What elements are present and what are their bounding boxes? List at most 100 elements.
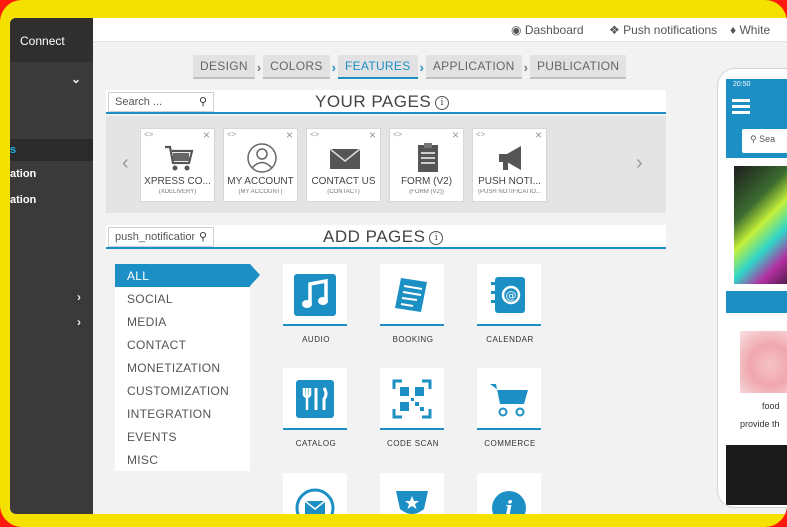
phone-search-input[interactable]: ⚲ Sea [742,129,787,153]
page-type-code-scan[interactable]: CODE SCAN [380,368,446,448]
close-icon[interactable]: × [535,128,542,142]
step-colors[interactable]: COLORS [263,55,330,79]
category-all[interactable]: ALL [115,264,260,287]
page-card-sub: (PUSH NOTIFICATIO... [478,189,541,195]
phone-time: 20:50 [733,81,751,88]
phone-section-band [726,291,787,313]
drag-handle-icon[interactable]: <> [144,130,153,139]
envelope-icon [329,148,361,169]
svg-text:i: i [505,496,513,514]
wizard-steps: DESIGN › COLORS › FEATURES › APPLICATION… [193,55,627,79]
close-icon[interactable]: × [286,128,293,142]
search-icon[interactable]: ⚲ [199,95,207,108]
white-label-link[interactable]: ♦ White [730,23,770,37]
page-card[interactable]: <> × XPRESS CO... (XDELIVERY) [140,128,215,202]
page-card[interactable]: <> × CONTACT US (CONTACT) [306,128,381,202]
chevron-right-icon: › [77,315,81,329]
step-application[interactable]: APPLICATION [425,55,522,79]
page-type-tile[interactable]: i [477,473,543,514]
dashboard-label: Dashboard [524,23,584,37]
clipboard-icon [418,143,438,172]
page-type-calendar[interactable]: @ CALENDAR [477,264,543,344]
push-notifications-label: Push notifications [623,23,718,37]
dashboard-link[interactable]: ◉ Dashboard [511,23,584,37]
page-type-audio[interactable]: AUDIO [283,264,349,344]
info-icon[interactable]: i [435,96,450,110]
hamburger-menu-icon[interactable] [732,99,750,117]
phone-search-placeholder: Sea [759,134,776,144]
close-icon[interactable]: × [452,128,459,142]
sidebar-brand: Connect [10,18,93,62]
step-design[interactable]: DESIGN [193,55,255,79]
push-notifications-link[interactable]: ❖ Push notifications [609,23,717,37]
sidebar-item-features[interactable]: s [10,139,93,161]
step-publication[interactable]: PUBLICATION [529,55,627,79]
tile-label: BOOKING [392,335,434,344]
sidebar-item-label: s [10,144,17,156]
info-icon[interactable]: i [429,231,444,245]
page-card-sub: (CONTACT) [327,189,360,195]
svg-text:@: @ [506,289,517,302]
music-note-icon [294,274,336,316]
search-icon[interactable]: ⚲ [199,230,207,243]
chevron-right-icon: › [523,59,528,75]
dashboard-icon: ◉ [511,23,522,37]
drag-handle-icon[interactable]: <> [310,130,319,139]
page-card-name: XPRESS CO... [144,176,211,187]
drag-handle-icon[interactable]: <> [393,130,402,139]
tile-label: AUDIO [302,335,330,344]
page-card[interactable]: <> × FORM (V2) (FORM (V2)) [389,128,464,202]
phone-food-thumbnail [740,331,787,393]
drag-handle-icon[interactable]: <> [227,130,236,139]
page-type-commerce[interactable]: COMMERCE [477,368,543,448]
your-pages-search-input[interactable]: Search ... ⚲ [108,92,214,112]
page-card-sub: (MY ACCOUNT) [238,189,283,195]
category-customization[interactable]: CUSTOMIZATION [115,379,250,402]
sidebar-expand-2[interactable]: › [10,315,93,333]
category-integration[interactable]: INTEGRATION [115,402,250,425]
page-type-catalog[interactable]: CATALOG [283,368,349,448]
category-contact[interactable]: CONTACT [115,333,250,356]
page-card-name: PUSH NOTI... [478,176,541,187]
page-card[interactable]: <> × MY ACCOUNT (MY ACCOUNT) [223,128,298,202]
phone-text-1: food [762,401,780,411]
phone-banner-image [734,166,787,284]
page-type-booking[interactable]: BOOKING [380,264,446,344]
info-icon: i [492,491,526,514]
category-events[interactable]: EVENTS [115,425,250,448]
megaphone-icon [499,146,521,170]
phone-footer [726,445,787,505]
scroll-left-icon[interactable]: ‹ [122,152,129,175]
tile-label: CALENDAR [486,335,534,344]
sidebar: Connect ⌄ s ation ation › › [10,18,93,514]
page-type-tile[interactable] [380,473,446,514]
scroll-right-icon[interactable]: › [636,152,643,175]
add-pages-search-input[interactable]: push_notification ⚲ [108,227,214,247]
category-social[interactable]: SOCIAL [115,287,250,310]
sidebar-item-label: ation [10,194,37,206]
step-features[interactable]: FEATURES [337,55,418,79]
sidebar-item-application[interactable]: ation [10,168,93,188]
search-placeholder: Search ... [115,96,163,108]
sidebar-expand-1[interactable]: › [10,290,93,308]
app-window: Connect ⌄ s ation ation › › ◉ Dashboard … [10,18,787,514]
sidebar-item-publication[interactable]: ation [10,194,93,214]
page-card[interactable]: <> × PUSH NOTI... (PUSH NOTIFICATIO... [472,128,547,202]
close-icon[interactable]: × [203,128,210,142]
page-card-name: CONTACT US [311,176,376,187]
search-icon: ⚲ [750,134,757,144]
trophy-icon [396,491,428,514]
booking-icon [395,278,427,312]
category-media[interactable]: MEDIA [115,310,250,333]
your-pages-title: YOUR PAGES i [315,92,450,112]
page-type-tile[interactable] [283,473,349,514]
category-misc[interactable]: MISC [115,448,250,471]
section-title-text: ADD PAGES [323,227,426,246]
megaphone-icon: ❖ [609,23,620,37]
search-value: push_notification [115,231,195,243]
category-monetization[interactable]: MONETIZATION [115,356,250,379]
top-bar: ◉ Dashboard ❖ Push notifications ♦ White [93,18,787,42]
close-icon[interactable]: × [369,128,376,142]
sidebar-dropdown[interactable]: ⌄ [10,68,93,90]
drag-handle-icon[interactable]: <> [476,130,485,139]
